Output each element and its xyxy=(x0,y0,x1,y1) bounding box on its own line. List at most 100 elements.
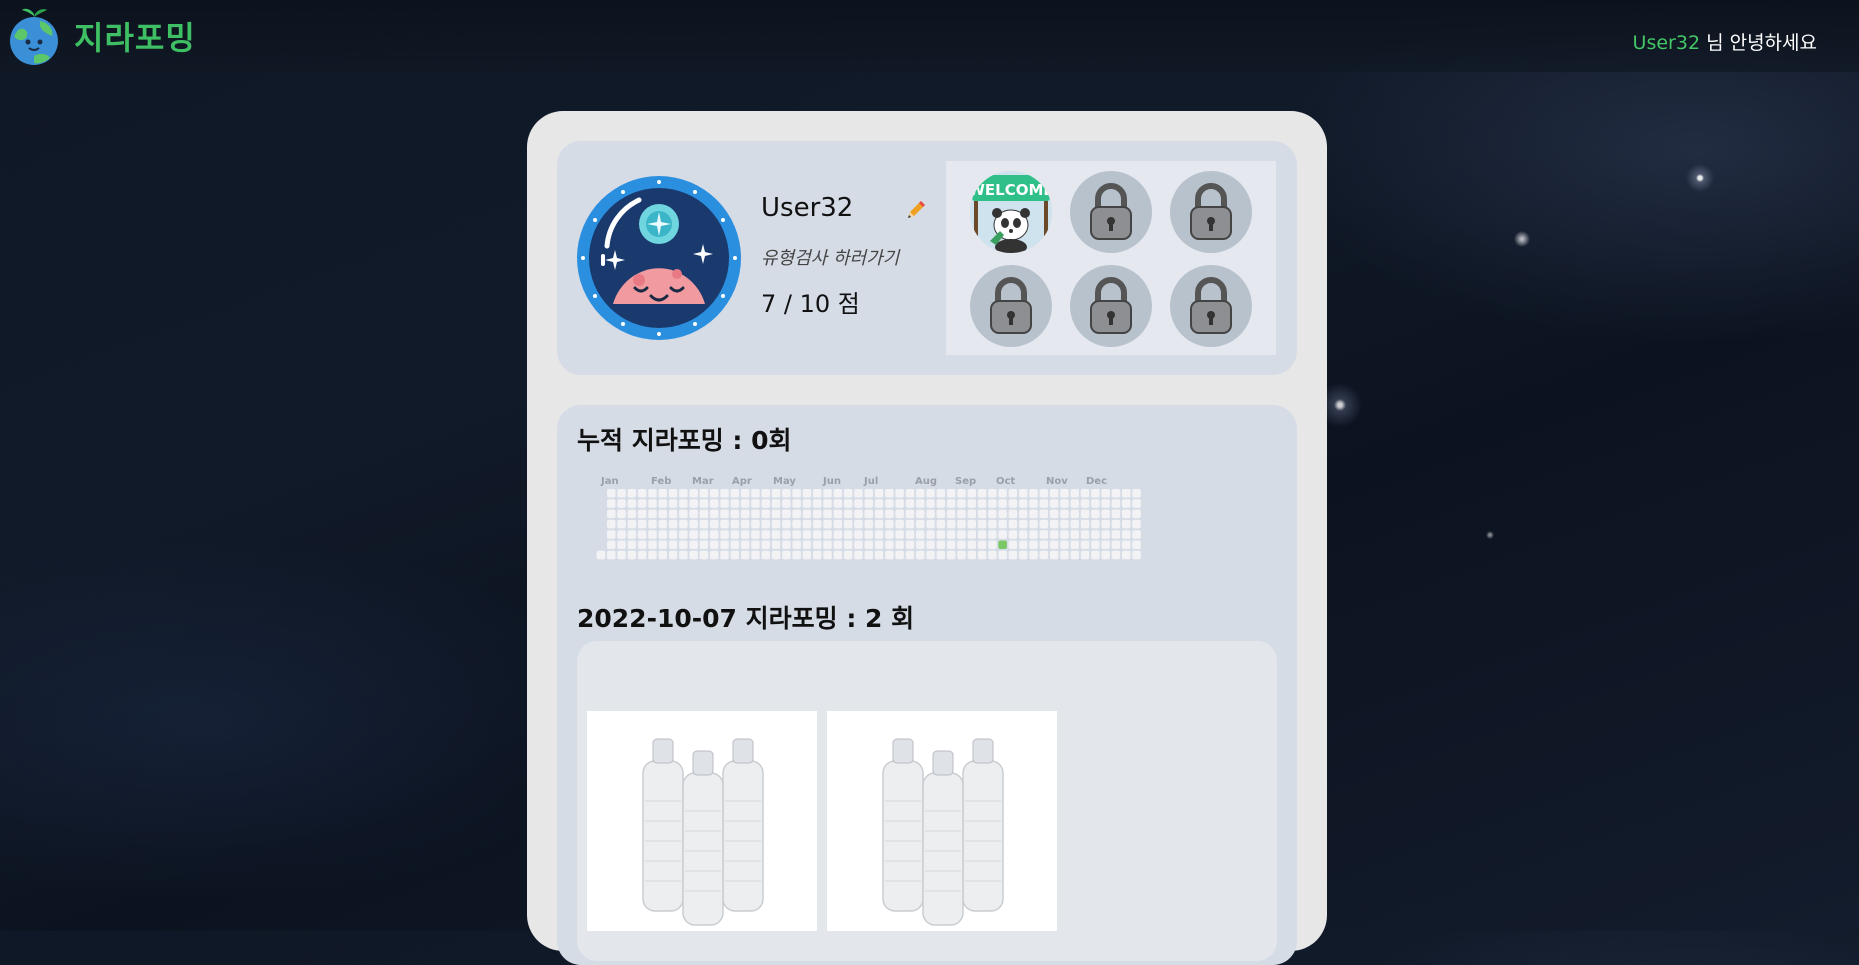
heatmap-day[interactable] xyxy=(926,499,935,508)
heatmap-day[interactable] xyxy=(751,499,760,508)
heatmap-day[interactable] xyxy=(864,550,874,560)
heatmap-day[interactable] xyxy=(1049,499,1059,508)
heatmap-day[interactable] xyxy=(864,540,874,550)
heatmap-day[interactable] xyxy=(627,530,637,539)
heatmap-day[interactable] xyxy=(916,519,925,529)
heatmap-day[interactable] xyxy=(864,519,874,529)
heatmap-day[interactable] xyxy=(802,509,812,519)
heatmap-day[interactable] xyxy=(946,550,956,560)
heatmap-day[interactable] xyxy=(977,489,987,498)
heatmap-day[interactable] xyxy=(988,550,997,560)
heatmap-day[interactable] xyxy=(1060,519,1069,529)
heatmap-day[interactable] xyxy=(1122,530,1131,539)
heatmap-day[interactable] xyxy=(1060,550,1069,560)
heatmap-day[interactable] xyxy=(668,509,678,519)
heatmap-day[interactable] xyxy=(874,550,884,560)
heatmap-day[interactable] xyxy=(699,550,709,560)
heatmap-day[interactable] xyxy=(905,499,915,508)
heatmap-day[interactable] xyxy=(637,540,647,550)
heatmap-day[interactable] xyxy=(1132,550,1141,560)
heatmap-day[interactable] xyxy=(988,489,997,498)
heatmap-day[interactable] xyxy=(813,540,822,550)
heatmap-day[interactable] xyxy=(1080,509,1090,519)
heatmap-day[interactable] xyxy=(988,540,997,550)
heatmap-day[interactable] xyxy=(905,509,915,519)
heatmap-day[interactable] xyxy=(957,499,966,508)
heatmap-day[interactable] xyxy=(689,530,698,539)
heatmap-day[interactable] xyxy=(802,519,812,529)
heatmap-day[interactable] xyxy=(1101,489,1110,498)
heatmap-day[interactable] xyxy=(905,489,915,498)
heatmap-day[interactable] xyxy=(1060,530,1069,539)
heatmap-day[interactable] xyxy=(699,499,709,508)
heatmap-day[interactable] xyxy=(751,509,760,519)
heatmap-day[interactable] xyxy=(1019,540,1028,550)
heatmap-day[interactable] xyxy=(833,499,843,508)
heatmap-day[interactable] xyxy=(771,499,781,508)
heatmap-day[interactable] xyxy=(905,540,915,550)
heatmap-day[interactable] xyxy=(720,550,729,560)
heatmap-day[interactable] xyxy=(699,509,709,519)
heatmap-day[interactable] xyxy=(833,519,843,529)
heatmap-day[interactable] xyxy=(823,489,832,498)
heatmap-day[interactable] xyxy=(1132,519,1141,529)
heatmap-day[interactable] xyxy=(967,499,977,508)
heatmap-day[interactable] xyxy=(885,530,894,539)
heatmap-day[interactable] xyxy=(637,519,647,529)
heatmap-day[interactable] xyxy=(936,550,946,560)
heatmap-day[interactable] xyxy=(843,530,853,539)
greeting-username[interactable]: User32 xyxy=(1633,32,1700,54)
heatmap-day[interactable] xyxy=(977,499,987,508)
heatmap-day[interactable] xyxy=(802,489,812,498)
heatmap-day[interactable] xyxy=(936,509,946,519)
heatmap-day[interactable] xyxy=(771,489,781,498)
heatmap-day[interactable] xyxy=(1029,499,1038,508)
heatmap-day[interactable] xyxy=(607,489,616,498)
heatmap-day[interactable] xyxy=(854,519,863,529)
heatmap-day[interactable] xyxy=(771,509,781,519)
heatmap-day[interactable] xyxy=(998,499,1007,508)
heatmap-day[interactable] xyxy=(833,530,843,539)
heatmap-day[interactable] xyxy=(1039,540,1049,550)
heatmap-day[interactable] xyxy=(1091,550,1100,560)
heatmap-day[interactable] xyxy=(1029,530,1038,539)
heatmap-day[interactable] xyxy=(936,530,946,539)
heatmap-day[interactable] xyxy=(699,489,709,498)
heatmap-day[interactable] xyxy=(627,550,637,560)
heatmap-day[interactable] xyxy=(740,530,750,539)
heatmap-day[interactable] xyxy=(710,509,719,519)
heatmap-day[interactable] xyxy=(1039,519,1049,529)
heatmap-day[interactable] xyxy=(730,519,740,529)
heatmap-day[interactable] xyxy=(957,540,966,550)
heatmap-day[interactable] xyxy=(617,550,626,560)
heatmap-day[interactable] xyxy=(936,519,946,529)
heatmap-day[interactable] xyxy=(1039,509,1049,519)
heatmap-day[interactable] xyxy=(1122,550,1131,560)
heatmap-day[interactable] xyxy=(740,489,750,498)
heatmap-day[interactable] xyxy=(885,519,894,529)
heatmap-day[interactable] xyxy=(648,499,657,508)
heatmap-day[interactable] xyxy=(1049,519,1059,529)
heatmap-day[interactable] xyxy=(720,509,729,519)
heatmap-day[interactable] xyxy=(679,489,688,498)
heatmap-day[interactable] xyxy=(720,489,729,498)
heatmap-day[interactable] xyxy=(802,540,812,550)
heatmap-day[interactable] xyxy=(1111,530,1121,539)
heatmap-day[interactable] xyxy=(895,550,904,560)
heatmap-day[interactable] xyxy=(1122,519,1131,529)
heatmap-day[interactable] xyxy=(607,540,616,550)
heatmap-day[interactable] xyxy=(710,489,719,498)
heatmap-day[interactable] xyxy=(730,509,740,519)
heatmap-day[interactable] xyxy=(689,519,698,529)
heatmap-day[interactable] xyxy=(1122,540,1131,550)
heatmap-day[interactable] xyxy=(1060,499,1069,508)
heatmap-day[interactable] xyxy=(823,519,832,529)
heatmap-day[interactable] xyxy=(1008,530,1018,539)
heatmap-day[interactable] xyxy=(854,499,863,508)
heatmap-day[interactable] xyxy=(998,530,1007,539)
heatmap-day[interactable] xyxy=(1029,550,1038,560)
heatmap-day[interactable] xyxy=(1101,530,1110,539)
heatmap-day[interactable] xyxy=(1132,489,1141,498)
heatmap-day[interactable] xyxy=(946,489,956,498)
heatmap-day[interactable] xyxy=(668,540,678,550)
